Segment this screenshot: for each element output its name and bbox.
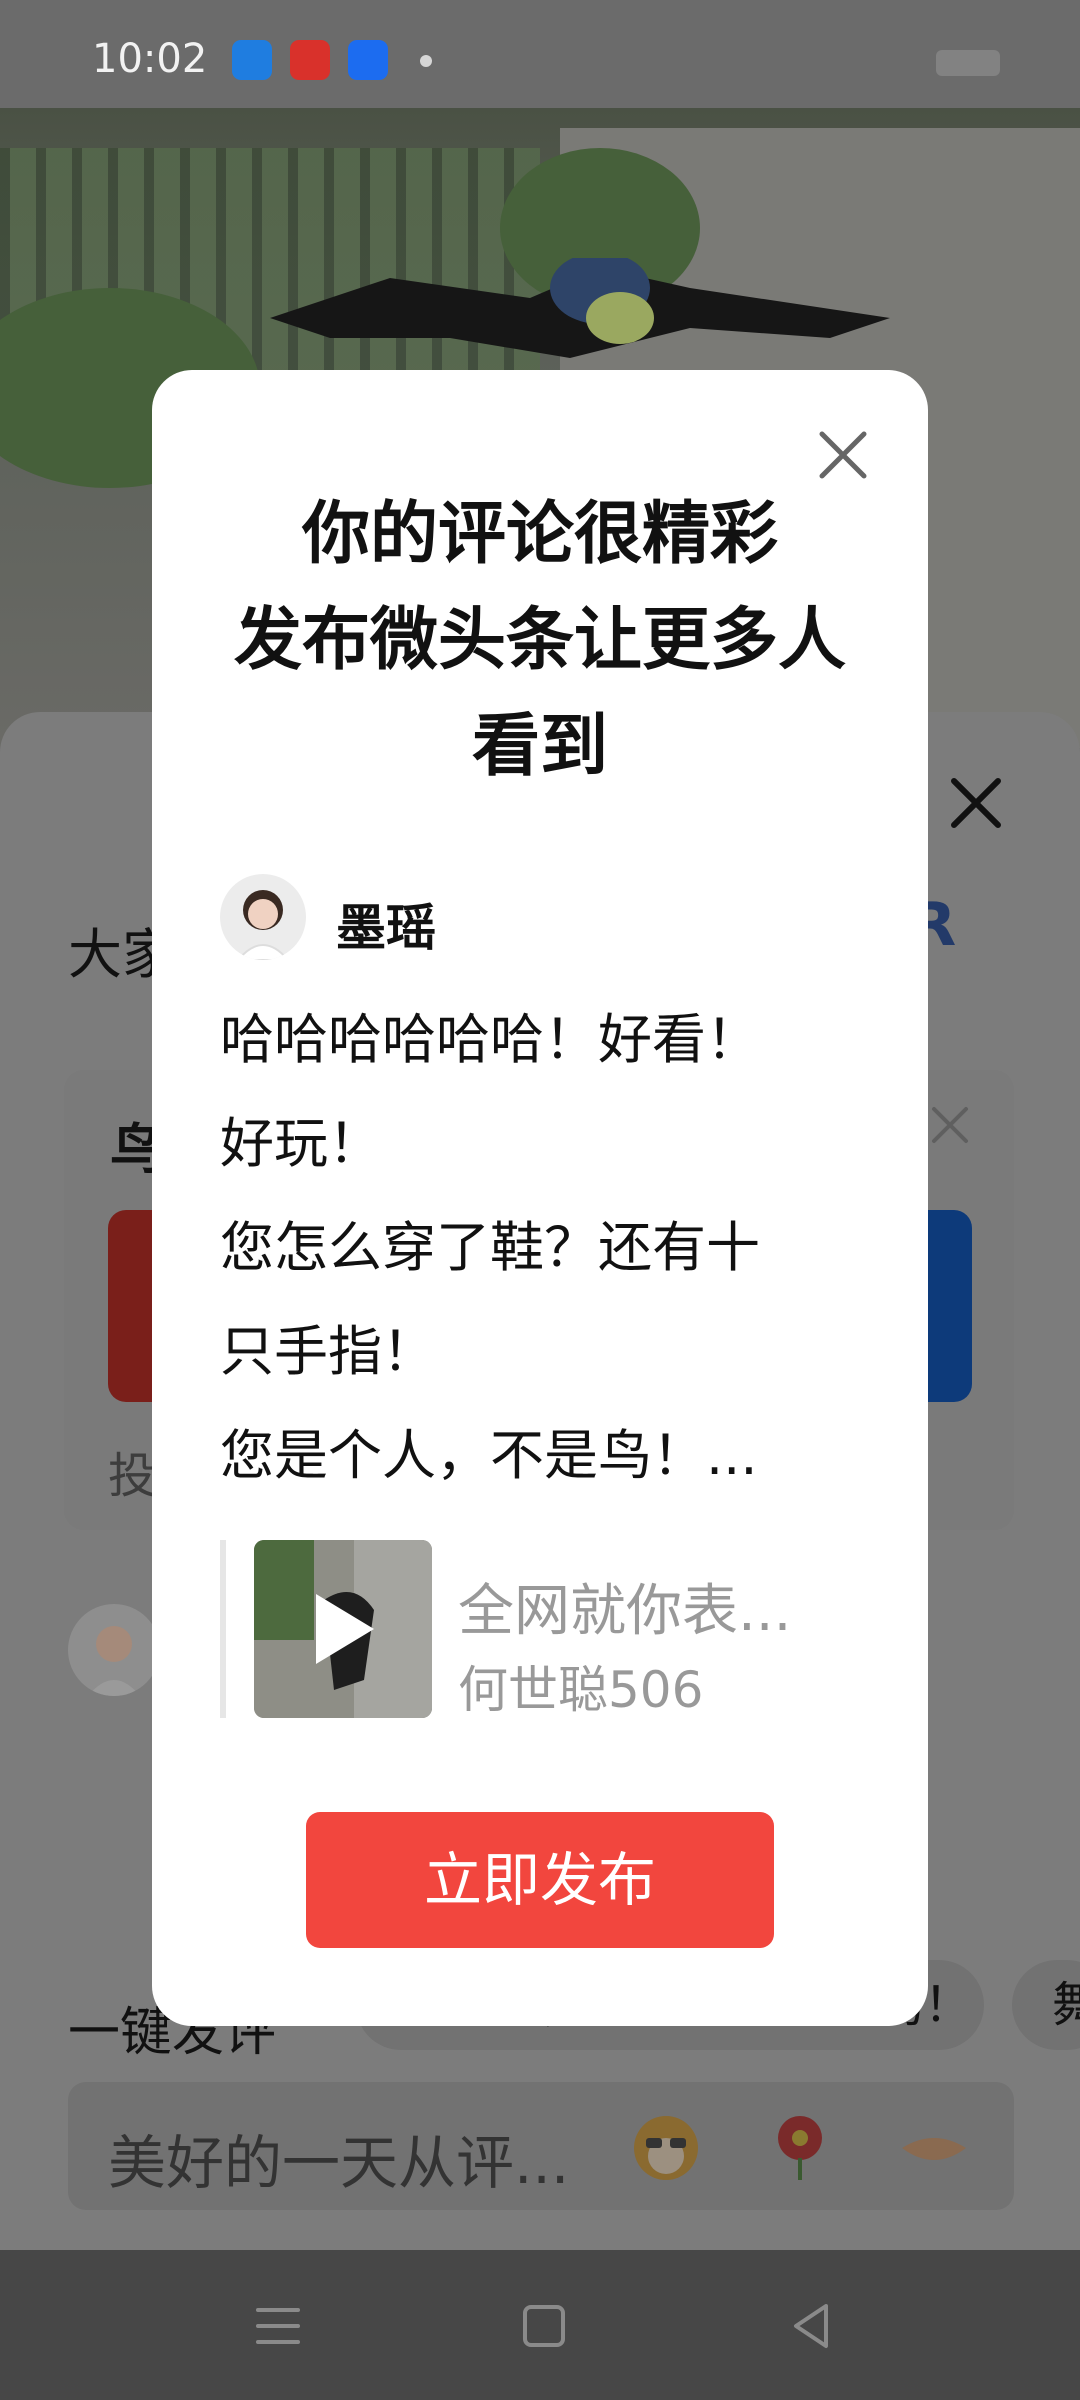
publish-now-button[interactable]: 立即发布 [306, 1812, 774, 1948]
flower-emoji-icon[interactable] [762, 2108, 838, 2184]
battery-icon [936, 50, 1000, 76]
reference-title: 全网就你表... [458, 1579, 792, 1644]
video-person-figure [270, 258, 890, 358]
dialog-close-icon[interactable] [812, 424, 874, 486]
toutiao-app-icon [290, 40, 330, 80]
author-name: 墨瑶 [336, 899, 436, 957]
reference-quote-bar [220, 1540, 226, 1718]
reference-video-thumbnail [254, 1540, 432, 1718]
comment-line: 您怎么穿了鞋？还有十 [220, 1216, 760, 1279]
comment-line: 您是个人，不是鸟！... [220, 1424, 758, 1487]
notification-dot-icon [420, 55, 432, 67]
reference-author: 何世聪506 [458, 1661, 704, 1719]
status-time: 10:02 [92, 36, 208, 82]
menu-icon[interactable] [250, 2298, 306, 2354]
comment-line: 只手指！ [220, 1320, 436, 1383]
comment-preview: 哈哈哈哈哈哈！好看！ 好玩！ 您怎么穿了鞋？还有十 只手指！ 您是个人，不是鸟！… [220, 988, 856, 1508]
files-app-icon [348, 40, 388, 80]
card-close-icon[interactable] [930, 1105, 970, 1145]
handshake-emoji-icon[interactable] [896, 2108, 972, 2184]
status-bar: 10:02 [0, 0, 1080, 108]
author-avatar [220, 874, 306, 960]
comment-line: 哈哈哈哈哈哈！好看！ [220, 1008, 760, 1071]
dialog-title-line: 发布微头条让更多人 [233, 601, 846, 680]
dialog-title-line: 你的评论很精彩 [301, 495, 778, 574]
comment-line: 好玩！ [220, 1112, 382, 1175]
dialog-title: 你的评论很精彩 发布微头条让更多人 看到 [152, 482, 928, 800]
comment-input-placeholder: 美好的一天从评... [108, 2129, 570, 2197]
back-icon[interactable] [784, 2298, 840, 2354]
dialog-title-line: 看到 [471, 707, 608, 786]
commenter-avatar[interactable] [68, 1604, 160, 1696]
browser-app-icon [232, 40, 272, 80]
home-icon[interactable] [516, 2298, 572, 2354]
doge-emoji-icon[interactable] [628, 2108, 704, 2184]
sheet-card-subtitle: 投 [108, 1448, 157, 1504]
sheet-close-icon[interactable] [948, 775, 1004, 831]
